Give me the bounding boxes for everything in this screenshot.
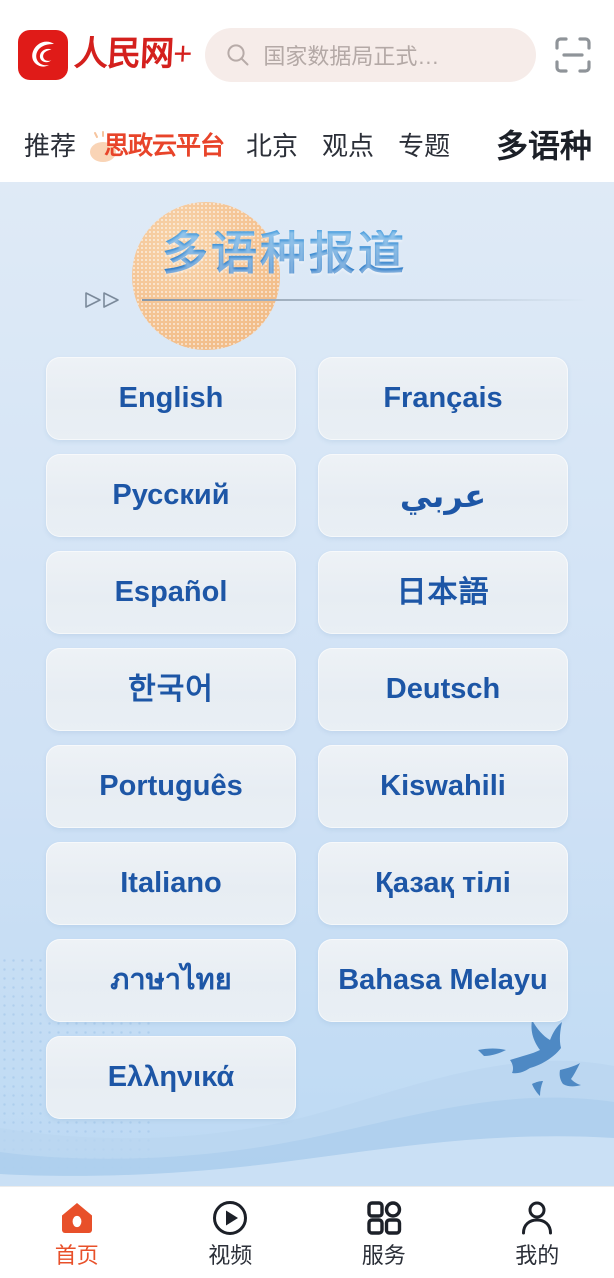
tab-viewpoint[interactable]: 观点 [310,133,386,159]
multilingual-banner: 多语种报道 [0,182,614,357]
language-card-korean[interactable]: 한국어 [46,648,296,731]
language-card-francais[interactable]: Français [318,357,568,440]
language-label: Kiswahili [380,770,506,802]
tab-recommend[interactable]: 推荐 [12,133,88,159]
bottom-nav-home[interactable]: 首页 [0,1187,154,1278]
brand-logo[interactable]: 人民网+ [18,30,193,80]
language-label: Português [99,770,243,802]
grid-apps-icon [365,1199,403,1237]
language-label: Ελληνικά [107,1061,235,1093]
tab-sizheng-label: 思政云平台 [104,131,225,160]
banner-underline-row [84,290,614,310]
language-card-english[interactable]: English [46,357,296,440]
brand-wordmark: 人民网+ [73,36,193,73]
tab-special-topic[interactable]: 专题 [386,133,462,159]
banner-divider-line [142,298,588,301]
language-card-italiano[interactable]: Italiano [46,842,296,925]
language-card-bahasa-melayu[interactable]: Bahasa Melayu [318,939,568,1022]
language-card-russian[interactable]: Русский [46,454,296,537]
bottom-nav-services[interactable]: 服务 [307,1187,461,1278]
bottom-nav-profile-label: 我的 [515,1242,560,1268]
app-header: 人民网+ 国家数据局正式… [0,0,614,110]
tab-sizheng-cloud-platform[interactable]: 思政云平台 [88,130,234,162]
scan-code-button[interactable] [550,32,596,78]
bottom-navigation-bar[interactable]: 首页 视频 服务 我的 [0,1186,614,1278]
language-label: Русский [112,479,230,511]
language-card-japanese[interactable]: 日本語 [318,551,568,634]
play-circle-icon [211,1199,249,1237]
language-card-deutsch[interactable]: Deutsch [318,648,568,731]
language-card-kiswahili[interactable]: Kiswahili [318,745,568,828]
bottom-nav-video[interactable]: 视频 [154,1187,308,1278]
language-card-thai[interactable]: ภาษาไทย [46,939,296,1022]
banner-title: 多语种报道 [162,230,614,276]
language-label: Français [383,382,503,414]
language-card-kazakh[interactable]: Қазақ тілі [318,842,568,925]
search-input[interactable]: 国家数据局正式… [205,28,536,82]
language-label: Bahasa Melayu [338,964,548,996]
language-label: English [118,382,224,414]
search-icon [227,44,249,66]
language-card-portugues[interactable]: Português [46,745,296,828]
language-label: 한국어 [128,672,214,706]
bottom-nav-video-label: 视频 [208,1242,253,1268]
language-card-greek[interactable]: Ελληνικά [46,1036,296,1119]
language-label: Deutsch [385,673,501,705]
language-card-arabic[interactable]: عربي [318,454,568,537]
double-triangle-right-icon [85,291,119,308]
app-screen: 人民网+ 国家数据局正式… 推荐 思政云平台 北京 观点 专题 多语种 多语种报… [0,0,614,1278]
user-person-icon [518,1199,556,1237]
tab-beijing[interactable]: 北京 [234,133,310,159]
multilingual-page-body: 多语种报道 English Français Русский عربي Espa… [0,182,614,1186]
language-label: ภาษาไทย [110,964,232,996]
people-daily-logo-icon [18,30,68,80]
language-label: Español [114,576,228,608]
search-placeholder-text: 国家数据局正式… [263,44,440,69]
bottom-nav-profile[interactable]: 我的 [461,1187,614,1278]
language-grid[interactable]: English Français Русский عربي Español 日本… [0,357,614,1119]
home-icon [58,1199,96,1237]
language-label: عربي [399,477,487,514]
language-card-espanol[interactable]: Español [46,551,296,634]
language-label: Italiano [120,867,222,899]
category-tab-bar[interactable]: 推荐 思政云平台 北京 观点 专题 多语种 [0,110,614,182]
bottom-nav-services-label: 服务 [361,1242,406,1268]
tab-multilingual[interactable]: 多语种 [484,130,602,162]
bottom-nav-home-label: 首页 [54,1242,99,1268]
scan-code-icon [555,37,591,73]
language-label: Қазақ тілі [375,867,511,899]
language-label: 日本語 [396,575,490,609]
